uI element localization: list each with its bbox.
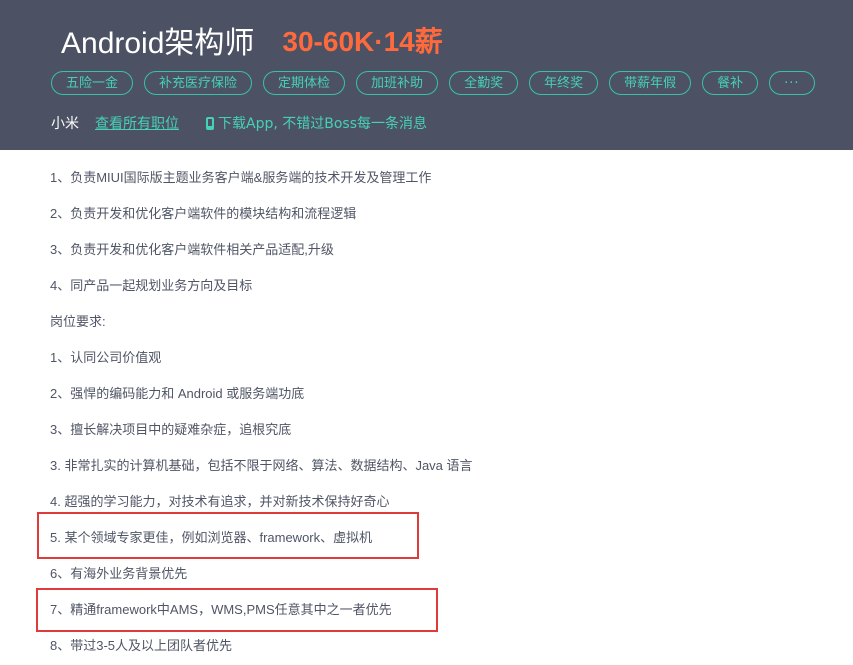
requirements-heading: 岗位要求:	[50, 314, 106, 329]
salary: 30-60K·14薪	[282, 26, 443, 57]
download-app-link[interactable]: 下载App, 不错过Boss每一条消息	[206, 113, 427, 133]
benefit-tag[interactable]: 定期体检	[263, 71, 346, 95]
benefit-tag[interactable]: 全勤奖	[449, 71, 519, 95]
description-line: 8、带过3-5人及以上团队者优先	[50, 638, 233, 653]
description-line: 1、负责MIUI国际版主题业务客户端&服务端的技术开发及管理工作	[50, 170, 432, 185]
highlight-box	[37, 512, 419, 559]
description-line: 4、同产品一起规划业务方向及目标	[50, 278, 253, 293]
benefit-tag[interactable]: 五险一金	[51, 71, 134, 95]
description-line: 6、有海外业务背景优先	[50, 566, 188, 581]
view-all-jobs-link[interactable]: 查看所有职位	[95, 113, 179, 133]
description-line: 3. 非常扎实的计算机基础，包括不限于网络、算法、数据结构、Java 语言	[50, 458, 473, 473]
title-row: Android架构师 30-60K·14薪	[61, 18, 443, 62]
job-header: Android架构师 30-60K·14薪 五险一金 补充医疗保险 定期体检 加…	[0, 0, 853, 150]
benefit-tag[interactable]: 带薪年假	[609, 71, 692, 95]
description-line: 2、负责开发和优化客户端软件的模块结构和流程逻辑	[50, 206, 357, 221]
more-tags-button[interactable]: ···	[769, 71, 815, 95]
benefit-tag[interactable]: 年终奖	[529, 71, 599, 95]
job-title: Android架构师	[61, 27, 255, 60]
benefit-tag[interactable]: 补充医疗保险	[144, 71, 253, 95]
description-line: 3、擅长解决项目中的疑难杂症，追根究底	[50, 422, 292, 437]
description-line: 3、负责开发和优化客户端软件相关产品适配,升级	[50, 242, 334, 257]
benefit-tags: 五险一金 补充医疗保险 定期体检 加班补助 全勤奖 年终奖 带薪年假 餐补 ··…	[51, 71, 815, 95]
benefit-tag[interactable]: 餐补	[702, 71, 759, 95]
download-app-text: 下载App, 不错过Boss每一条消息	[218, 116, 428, 132]
benefit-tag[interactable]: 加班补助	[356, 71, 439, 95]
company-name: 小米	[51, 116, 79, 132]
description-line: 1、认同公司价值观	[50, 350, 162, 365]
highlight-box	[36, 588, 438, 632]
description-line: 2、强悍的编码能力和 Android 或服务端功底	[50, 386, 305, 401]
company-row: 小米 查看所有职位 下载App, 不错过Boss每一条消息	[51, 113, 427, 133]
phone-icon	[206, 116, 214, 130]
